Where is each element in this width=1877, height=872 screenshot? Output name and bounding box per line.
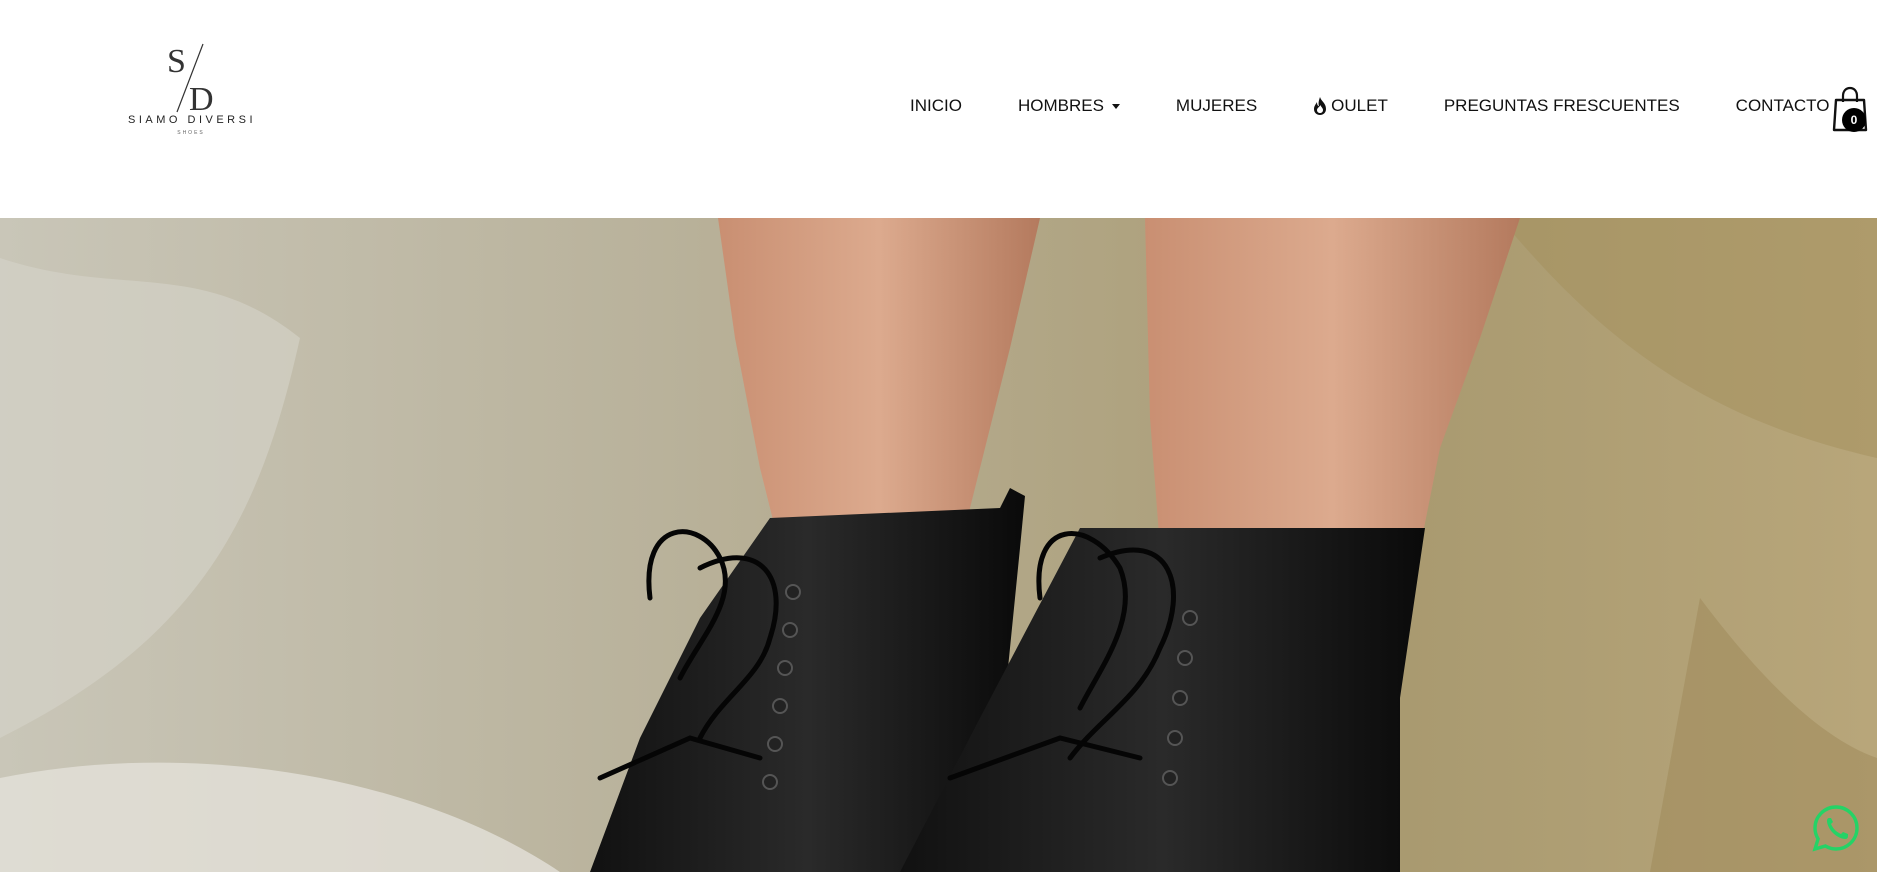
cart-count-badge: 0 — [1842, 108, 1866, 132]
chevron-down-icon — [1111, 103, 1120, 109]
nav-contacto[interactable]: CONTACTO — [1736, 96, 1830, 116]
nav-mujeres[interactable]: MUJERES — [1176, 96, 1257, 116]
hero-banner — [0, 218, 1877, 872]
nav-oulet[interactable]: OULET — [1313, 96, 1388, 116]
nav-contacto-label: CONTACTO — [1735, 96, 1830, 115]
brand-name: SIAMO DIVERSI — [128, 114, 257, 126]
nav-oulet-label: OULET — [1331, 96, 1388, 115]
nav-inicio[interactable]: INICIO — [910, 96, 962, 116]
nav-mujeres-label: MUJERES — [1175, 96, 1258, 115]
main-nav: INICIO HOMBRES MUJERES OULET PREGUNTAS F… — [910, 91, 1830, 121]
nav-preguntas-frecuentes[interactable]: PREGUNTAS FRESCUENTES — [1444, 96, 1680, 116]
whatsapp-button[interactable] — [1812, 804, 1860, 852]
site-header: S D SIAMO DIVERSI SHOES INICIO HOMBRES M… — [0, 0, 1877, 218]
site-logo[interactable]: S D SIAMO DIVERSI SHOES — [128, 40, 254, 152]
nav-hombres-label: HOMBRES — [1017, 96, 1104, 115]
brand-tagline: SHOES — [177, 130, 205, 136]
svg-text:D: D — [189, 81, 214, 116]
nav-inicio-label: INICIO — [910, 96, 962, 115]
svg-text:S: S — [167, 43, 186, 80]
hero-image — [0, 218, 1877, 872]
flame-icon — [1313, 96, 1327, 116]
nav-faq-label: PREGUNTAS FRESCUENTES — [1443, 96, 1680, 115]
whatsapp-icon — [1812, 805, 1859, 852]
monogram-icon: S D — [167, 43, 214, 116]
nav-hombres[interactable]: HOMBRES — [1018, 96, 1120, 116]
